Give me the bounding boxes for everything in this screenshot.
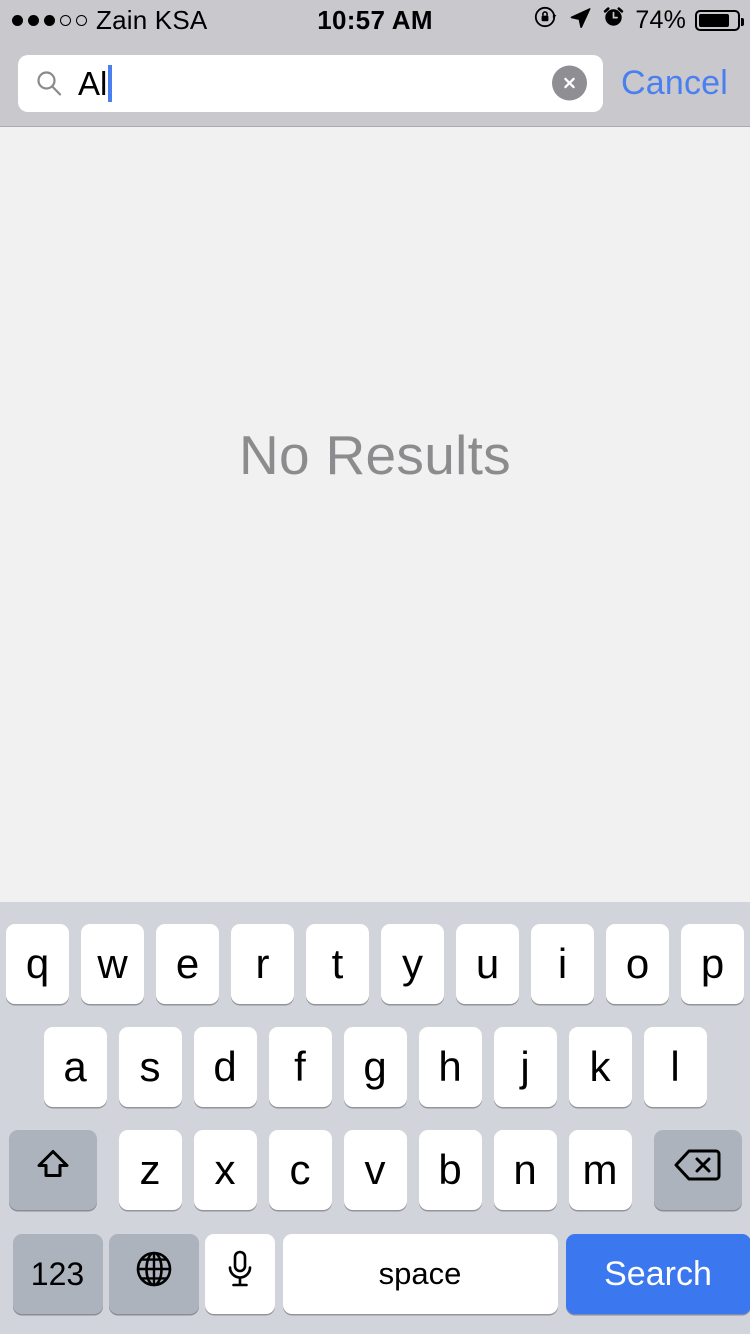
backspace-key[interactable]: [653, 1130, 742, 1210]
keyboard-row-2: asdfghjkl: [0, 1027, 750, 1107]
key-v[interactable]: v: [343, 1130, 407, 1210]
search-input[interactable]: Al: [18, 54, 603, 112]
key-i[interactable]: i: [531, 924, 594, 1004]
key-o[interactable]: o: [606, 924, 669, 1004]
iphone-screen: Zain KSA 10:57 AM 74% Al Cancel No Resul…: [0, 0, 750, 1334]
microphone-icon: [223, 1247, 257, 1301]
keyboard-row-3: z x c v b n m: [0, 1130, 750, 1210]
key-u[interactable]: u: [456, 924, 519, 1004]
clear-text-button[interactable]: [552, 65, 587, 101]
text-cursor: [108, 64, 113, 102]
keyboard-row-1: qwertyuiop: [0, 924, 750, 1004]
cancel-button[interactable]: Cancel: [621, 64, 728, 103]
backspace-delete-icon: [672, 1145, 724, 1195]
search-bar: Al Cancel: [0, 40, 750, 127]
key-n[interactable]: n: [493, 1130, 557, 1210]
key-a[interactable]: a: [43, 1027, 107, 1107]
search-input-value: Al: [78, 64, 108, 102]
battery-icon: [695, 9, 744, 31]
globe-icon: [132, 1247, 176, 1301]
key-k[interactable]: k: [568, 1027, 632, 1107]
rotation-lock-icon: [533, 4, 559, 37]
dictation-key[interactable]: [204, 1234, 275, 1314]
key-x[interactable]: x: [193, 1130, 257, 1210]
key-e[interactable]: e: [156, 924, 219, 1004]
search-text-wrapper: Al: [78, 64, 603, 102]
key-c[interactable]: c: [268, 1130, 332, 1210]
space-key[interactable]: space: [282, 1234, 558, 1314]
key-z[interactable]: z: [118, 1130, 182, 1210]
key-r[interactable]: r: [231, 924, 294, 1004]
status-bar-right: 74%: [533, 4, 744, 37]
shift-key[interactable]: [8, 1130, 97, 1210]
key-y[interactable]: y: [381, 924, 444, 1004]
key-l[interactable]: l: [643, 1027, 707, 1107]
key-b[interactable]: b: [418, 1130, 482, 1210]
globe-key[interactable]: [108, 1234, 199, 1314]
key-g[interactable]: g: [343, 1027, 407, 1107]
key-q[interactable]: q: [6, 924, 69, 1004]
battery-percent-label: 74%: [635, 5, 686, 34]
search-key[interactable]: Search: [565, 1234, 750, 1314]
key-h[interactable]: h: [418, 1027, 482, 1107]
search-icon: [34, 68, 64, 98]
search-results-area: No Results: [0, 128, 750, 902]
keyboard-row-4: 123 space Search: [0, 1234, 750, 1314]
status-bar: Zain KSA 10:57 AM 74%: [0, 0, 750, 40]
key-d[interactable]: d: [193, 1027, 257, 1107]
key-p[interactable]: p: [681, 924, 744, 1004]
key-m[interactable]: m: [568, 1130, 632, 1210]
key-j[interactable]: j: [493, 1027, 557, 1107]
key-f[interactable]: f: [268, 1027, 332, 1107]
key-w[interactable]: w: [81, 924, 144, 1004]
location-arrow-icon: [568, 5, 592, 36]
key-t[interactable]: t: [306, 924, 369, 1004]
alarm-clock-icon: [601, 4, 626, 36]
key-s[interactable]: s: [118, 1027, 182, 1107]
empty-state-label: No Results: [239, 424, 511, 486]
shift-arrow-icon: [30, 1142, 76, 1198]
numeric-key[interactable]: 123: [12, 1234, 103, 1314]
on-screen-keyboard: qwertyuiop asdfghjkl z x c v b n m 123 s…: [0, 902, 750, 1334]
